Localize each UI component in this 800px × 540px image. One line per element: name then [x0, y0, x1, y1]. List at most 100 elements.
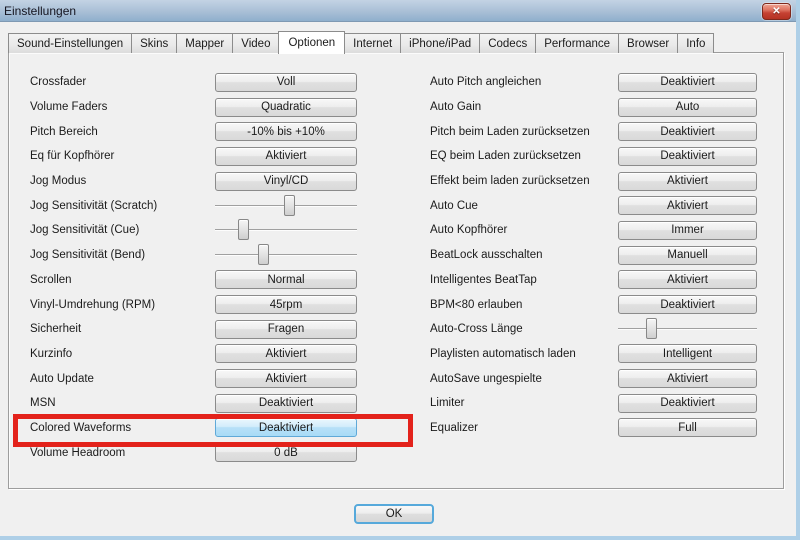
close-button[interactable]: ✕: [762, 3, 791, 20]
setting-row-autosave-ungespielte: AutoSave ungespielte Aktiviert: [430, 366, 757, 391]
eq-beim-laden-zur-cksetzen-button[interactable]: Deaktiviert: [618, 146, 757, 166]
vinyl-umdrehung-rpm-button[interactable]: 45rpm: [215, 295, 357, 315]
auto-kopfh-rer-button[interactable]: Immer: [618, 220, 757, 240]
setting-row-jog-sensitivit-t-bend: Jog Sensitivität (Bend): [30, 243, 357, 268]
setting-label-pitch-bereich: Pitch Bereich: [30, 125, 98, 138]
setting-label-auto-gain: Auto Gain: [430, 101, 482, 114]
setting-row-auto-cue: Auto Cue Aktiviert: [430, 193, 757, 218]
setting-row-equalizer: Equalizer Full: [430, 416, 757, 441]
setting-label-jog-sensitivit-t-scratch: Jog Sensitivität (Scratch): [30, 199, 158, 212]
sicherheit-button[interactable]: Fragen: [215, 319, 357, 339]
setting-row-vinyl-umdrehung-rpm: Vinyl-Umdrehung (RPM) 45rpm: [30, 292, 357, 317]
tab-optionen[interactable]: Optionen: [278, 31, 346, 54]
setting-row-kurzinfo: Kurzinfo Aktiviert: [30, 342, 357, 367]
jog-sensitivit-t-scratch-slider[interactable]: [215, 194, 357, 218]
slider-thumb[interactable]: [646, 318, 658, 340]
setting-row-auto-gain: Auto Gain Auto: [430, 95, 757, 120]
setting-label-sicherheit: Sicherheit: [30, 323, 82, 336]
slider-thumb[interactable]: [283, 194, 295, 216]
eq-f-r-kopfh-rer-button[interactable]: Aktiviert: [215, 146, 357, 166]
tab-sound-einstellungen[interactable]: Sound-Einstellungen: [8, 33, 133, 53]
jog-sensitivit-t-bend-slider[interactable]: [215, 243, 357, 267]
msn-button[interactable]: Deaktiviert: [215, 393, 357, 413]
setting-label-auto-cue: Auto Cue: [430, 199, 478, 212]
setting-label-effekt-beim-laden-zur-cksetzen: Effekt beim laden zurücksetzen: [430, 175, 590, 188]
auto-update-button[interactable]: Aktiviert: [215, 369, 357, 389]
close-icon: ✕: [772, 6, 781, 17]
setting-row-eq-beim-laden-zur-cksetzen: EQ beim Laden zurücksetzen Deaktiviert: [430, 144, 757, 169]
kurzinfo-button[interactable]: Aktiviert: [215, 344, 357, 364]
setting-label-scrollen: Scrollen: [30, 273, 72, 286]
auto-pitch-angleichen-button[interactable]: Deaktiviert: [618, 72, 757, 92]
setting-row-jog-sensitivit-t-cue: Jog Sensitivität (Cue): [30, 218, 357, 243]
setting-row-jog-sensitivit-t-scratch: Jog Sensitivität (Scratch): [30, 193, 357, 218]
tab-strip: Sound-Einstellungen Skins Mapper Video Optio…: [8, 31, 715, 54]
setting-row-volume-headroom: Volume Headroom 0 dB: [30, 440, 357, 465]
equalizer-button[interactable]: Full: [618, 418, 757, 438]
setting-label-jog-modus: Jog Modus: [30, 175, 87, 188]
setting-label-limiter: Limiter: [430, 397, 465, 410]
setting-row-intelligentes-beattap: Intelligentes BeatTap Aktiviert: [430, 268, 757, 293]
setting-label-vinyl-umdrehung-rpm: Vinyl-Umdrehung (RPM): [30, 298, 156, 311]
setting-row-msn: MSN Deaktiviert: [30, 391, 357, 416]
settings-dialog: Einstellungen ✕ Sound-Einstellungen Skins…: [0, 0, 800, 540]
slider-track: [215, 254, 357, 257]
slider-thumb[interactable]: [238, 219, 250, 241]
ok-button[interactable]: OK: [354, 504, 434, 524]
playlisten-automatisch-laden-button[interactable]: Intelligent: [618, 344, 757, 364]
tab-info[interactable]: Info: [677, 33, 715, 53]
intelligentes-beattap-button[interactable]: Aktiviert: [618, 270, 757, 290]
crossfader-button[interactable]: Voll: [215, 72, 357, 92]
setting-row-jog-modus: Jog Modus Vinyl/CD: [30, 169, 357, 194]
setting-label-pitch-beim-laden-zur-cksetzen: Pitch beim Laden zurücksetzen: [430, 125, 590, 138]
limiter-button[interactable]: Deaktiviert: [618, 393, 757, 413]
setting-row-crossfader: Crossfader Voll: [30, 70, 357, 95]
setting-label-jog-sensitivit-t-bend: Jog Sensitivität (Bend): [30, 249, 146, 262]
setting-label-auto-kopfh-rer: Auto Kopfhörer: [430, 224, 508, 237]
setting-label-crossfader: Crossfader: [30, 76, 87, 89]
auto-gain-button[interactable]: Auto: [618, 97, 757, 117]
setting-row-pitch-beim-laden-zur-cksetzen: Pitch beim Laden zurücksetzen Deaktiviert: [430, 119, 757, 144]
scrollen-button[interactable]: Normal: [215, 270, 357, 290]
setting-row-eq-f-r-kopfh-rer: Eq für Kopfhörer Aktiviert: [30, 144, 357, 169]
setting-row-auto-cross-l-nge: Auto-Cross Länge: [430, 317, 757, 342]
volume-faders-button[interactable]: Quadratic: [215, 97, 357, 117]
beatlock-ausschalten-button[interactable]: Manuell: [618, 245, 757, 265]
tab-browser[interactable]: Browser: [618, 33, 679, 53]
setting-label-colored-waveforms: Colored Waveforms: [30, 421, 132, 434]
colored-waveforms-button[interactable]: Deaktiviert: [215, 418, 357, 438]
slider-thumb[interactable]: [258, 244, 270, 266]
setting-label-jog-sensitivit-t-cue: Jog Sensitivität (Cue): [30, 224, 140, 237]
tab-skins[interactable]: Skins: [131, 33, 178, 53]
setting-label-volume-headroom: Volume Headroom: [30, 446, 126, 459]
volume-headroom-button[interactable]: 0 dB: [215, 443, 357, 463]
tab-internet[interactable]: Internet: [344, 33, 402, 53]
tab-iphone-ipad[interactable]: iPhone/iPad: [400, 33, 481, 53]
tab-mapper[interactable]: Mapper: [176, 33, 234, 53]
jog-sensitivit-t-cue-slider[interactable]: [215, 218, 357, 242]
setting-label-playlisten-automatisch-laden: Playlisten automatisch laden: [430, 347, 576, 360]
tab-codecs[interactable]: Codecs: [479, 33, 537, 53]
setting-label-eq-beim-laden-zur-cksetzen: EQ beim Laden zurücksetzen: [430, 150, 581, 163]
jog-modus-button[interactable]: Vinyl/CD: [215, 171, 357, 191]
pitch-bereich-button[interactable]: -10% bis +10%: [215, 122, 357, 142]
setting-label-msn: MSN: [30, 397, 56, 410]
autosave-ungespielte-button[interactable]: Aktiviert: [618, 369, 757, 389]
window-title: Einstellungen: [4, 4, 77, 18]
pitch-beim-laden-zur-cksetzen-button[interactable]: Deaktiviert: [618, 122, 757, 142]
setting-row-pitch-bereich: Pitch Bereich -10% bis +10%: [30, 119, 357, 144]
setting-label-eq-f-r-kopfh-rer: Eq für Kopfhörer: [30, 150, 115, 163]
setting-label-volume-faders: Volume Faders: [30, 101, 108, 114]
setting-row-scrollen: Scrollen Normal: [30, 268, 357, 293]
effekt-beim-laden-zur-cksetzen-button[interactable]: Aktiviert: [618, 171, 757, 191]
setting-row-playlisten-automatisch-laden: Playlisten automatisch laden Intelligent: [430, 342, 757, 367]
auto-cue-button[interactable]: Aktiviert: [618, 196, 757, 216]
slider-track: [215, 229, 357, 232]
bpm-80-erlauben-button[interactable]: Deaktiviert: [618, 295, 757, 315]
setting-label-autosave-ungespielte: AutoSave ungespielte: [430, 372, 542, 385]
auto-cross-l-nge-slider[interactable]: [618, 317, 757, 341]
tab-video[interactable]: Video: [232, 33, 280, 53]
setting-row-beatlock-ausschalten: BeatLock ausschalten Manuell: [430, 243, 757, 268]
tab-performance[interactable]: Performance: [535, 33, 620, 53]
setting-row-colored-waveforms: Colored Waveforms Deaktiviert: [30, 416, 357, 441]
